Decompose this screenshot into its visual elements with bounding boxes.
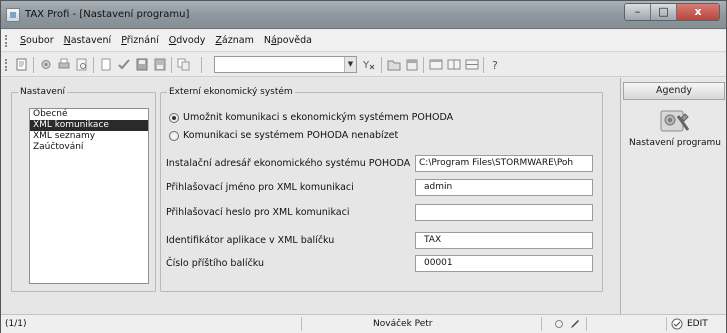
menu-bar: Soubor Nastavení Přiznání Odvody Záznam … bbox=[1, 30, 726, 52]
next-package-field[interactable]: 00001 bbox=[415, 255, 593, 272]
menu-napoveda[interactable]: Nápověda bbox=[259, 35, 317, 46]
maximize-button[interactable]: □ bbox=[651, 4, 677, 20]
login-label: Přihlašovací jméno pro XML komunikaci bbox=[166, 182, 354, 193]
externi-system-title: Externí ekonomický systém bbox=[167, 87, 295, 97]
close-button[interactable]: x bbox=[677, 4, 719, 20]
app-window: TAX Profi - [Nastavení programu] – □ x S… bbox=[0, 0, 727, 333]
list-item[interactable]: Obecné bbox=[30, 109, 148, 120]
window-title: TAX Profi - [Nastavení programu] bbox=[25, 9, 190, 20]
svg-text:Y: Y bbox=[362, 60, 370, 71]
toolbar-search-combo[interactable]: ▼ bbox=[214, 56, 357, 73]
filter-icon[interactable]: Y bbox=[362, 58, 376, 71]
radio-disable-pohoda[interactable]: Komunikaci se systémem POHODA nenabízet bbox=[169, 130, 398, 141]
sync-icon bbox=[554, 315, 564, 333]
next-package-label: Číslo příštího balíčku bbox=[166, 258, 265, 269]
title-bar[interactable]: TAX Profi - [Nastavení programu] – □ x bbox=[1, 1, 726, 29]
window-cascade-icon[interactable] bbox=[447, 58, 461, 71]
radio-enable-label: Umožnit komunikaci s ekonomickým systéme… bbox=[183, 112, 454, 123]
toolbar-grip-icon[interactable] bbox=[5, 59, 7, 71]
toolbar-separator bbox=[483, 57, 484, 73]
list-item[interactable]: XML komunikace bbox=[30, 120, 148, 131]
window-icon[interactable] bbox=[429, 58, 443, 71]
help-icon[interactable]: ? bbox=[489, 58, 503, 71]
toolbar: ▼ Y ? bbox=[1, 53, 726, 77]
settings-content: Nastavení Obecné XML komunikace XML sezn… bbox=[1, 78, 620, 314]
calendar-icon[interactable] bbox=[405, 58, 419, 71]
edit-mode-indicator: EDIT bbox=[687, 319, 708, 329]
check-icon[interactable] bbox=[117, 58, 131, 71]
nastaveni-title: Nastavení bbox=[18, 87, 68, 97]
menu-zaznam[interactable]: Záznam bbox=[210, 35, 258, 46]
agendy-header[interactable]: Agendy bbox=[623, 82, 725, 100]
menu-items: Soubor Nastavení Přiznání Odvody Záznam … bbox=[15, 35, 317, 46]
install-dir-label: Instalační adresář ekonomického systému … bbox=[166, 158, 411, 169]
radio-enable-pohoda[interactable]: Umožnit komunikaci s ekonomickým systéme… bbox=[169, 112, 453, 123]
save-as-icon[interactable] bbox=[153, 58, 167, 71]
check-circle-icon bbox=[671, 315, 683, 333]
new-record-icon[interactable] bbox=[15, 58, 29, 71]
agenda-item-nastaveni-programu[interactable]: Nastavení programu bbox=[623, 138, 727, 148]
install-dir-value: C:\Program Files\STORMWARE\Poh bbox=[419, 158, 574, 168]
toolbar-separator bbox=[171, 57, 172, 73]
app-id-field[interactable]: TAX bbox=[415, 232, 593, 249]
list-item[interactable]: XML seznamy bbox=[30, 131, 148, 142]
chevron-down-icon[interactable]: ▼ bbox=[344, 57, 356, 72]
app-icon[interactable] bbox=[6, 8, 20, 22]
status-user: Nováček Petr bbox=[373, 319, 433, 329]
login-field[interactable]: admin bbox=[415, 179, 593, 196]
print-preview-icon[interactable] bbox=[75, 58, 89, 71]
status-divider bbox=[301, 317, 302, 331]
toolbar-separator bbox=[201, 57, 202, 73]
menu-priznani[interactable]: Přiznání bbox=[116, 35, 164, 46]
settings-category-list[interactable]: Obecné XML komunikace XML seznamy Zaúčto… bbox=[29, 108, 149, 284]
list-item[interactable]: Zaúčtování bbox=[30, 142, 148, 153]
save-icon[interactable] bbox=[135, 58, 149, 71]
menu-grip-icon[interactable] bbox=[5, 35, 7, 47]
password-field[interactable] bbox=[415, 204, 593, 221]
toolbar-separator bbox=[423, 57, 424, 73]
edit-pencil-icon bbox=[569, 315, 581, 333]
menu-odvody[interactable]: Odvody bbox=[164, 35, 211, 46]
menu-soubor[interactable]: Soubor bbox=[15, 35, 59, 46]
status-divider bbox=[666, 317, 667, 331]
toolbar-separator bbox=[381, 57, 382, 73]
svg-text:?: ? bbox=[492, 59, 498, 71]
radio-button-checked[interactable] bbox=[169, 112, 179, 123]
window-controls: – □ x bbox=[624, 3, 720, 21]
settings-icon[interactable] bbox=[39, 58, 53, 71]
app-id-label: Identifikátor aplikace v XML balíčku bbox=[166, 235, 335, 246]
folder-icon[interactable] bbox=[387, 58, 401, 71]
status-divider bbox=[586, 317, 587, 331]
radio-button[interactable] bbox=[169, 130, 179, 141]
record-counter: (1/1) bbox=[5, 319, 27, 329]
toolbar-separator bbox=[33, 57, 34, 73]
settings-tools-icon[interactable] bbox=[658, 108, 692, 136]
window-tile-icon[interactable] bbox=[465, 58, 479, 71]
radio-disable-label: Komunikaci se systémem POHODA nenabízet bbox=[183, 130, 399, 141]
password-label: Přihlašovací heslo pro XML komunikaci bbox=[166, 207, 350, 218]
status-divider bbox=[541, 317, 542, 331]
status-bar: (1/1) Nováček Petr EDIT bbox=[1, 314, 726, 333]
install-dir-field[interactable]: C:\Program Files\STORMWARE\Poh ... bbox=[415, 155, 593, 172]
menu-nastaveni[interactable]: Nastavení bbox=[59, 35, 117, 46]
print-icon[interactable] bbox=[57, 58, 71, 71]
page-icon[interactable] bbox=[99, 58, 113, 71]
minimize-button[interactable]: – bbox=[625, 4, 651, 20]
agendy-panel: Agendy Nastavení programu bbox=[620, 78, 726, 314]
toolbar-separator bbox=[93, 57, 94, 73]
copy-icon[interactable] bbox=[177, 58, 191, 71]
